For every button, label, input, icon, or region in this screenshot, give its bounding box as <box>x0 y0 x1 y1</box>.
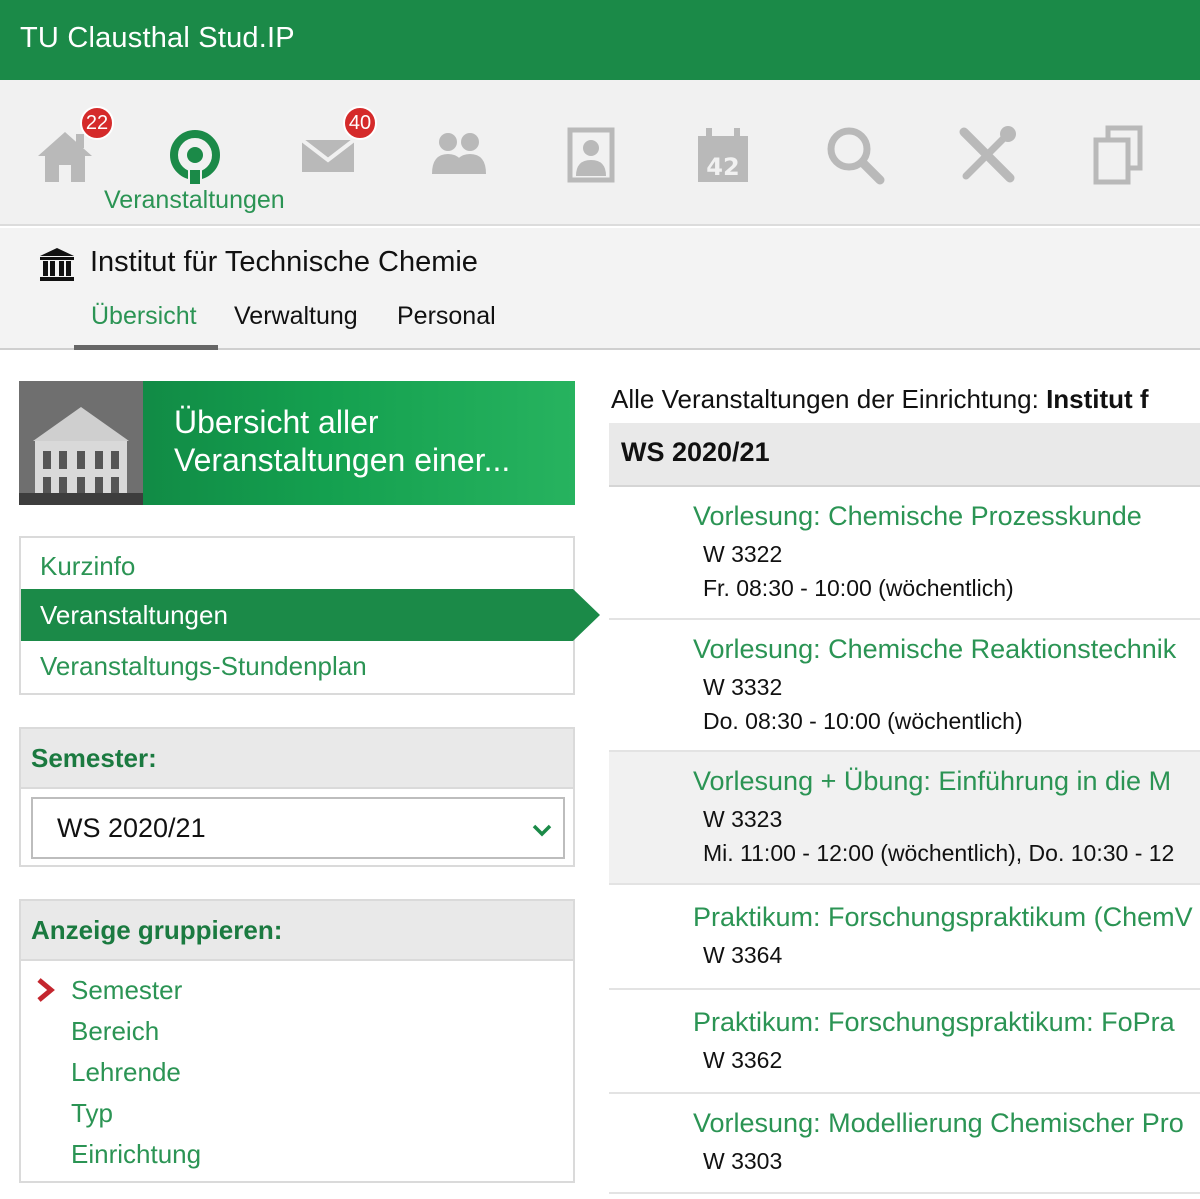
search-icon <box>827 127 885 185</box>
group-option-einrichtung[interactable]: Einrichtung <box>71 1137 201 1171</box>
tab-verwaltung[interactable]: Verwaltung <box>216 302 376 350</box>
course-room: W 3362 <box>703 1047 783 1073</box>
course-title-link[interactable]: Praktikum: Forschungspraktikum: FoPra <box>693 1007 1175 1038</box>
nav-community[interactable] <box>424 120 494 190</box>
semester-widget: Semester: WS 2020/21 <box>19 727 575 867</box>
nav-calendar[interactable]: 42 <box>688 120 758 190</box>
course-title-link[interactable]: Vorlesung: Modellierung Chemischer Pro <box>693 1108 1184 1139</box>
chevron-down-icon <box>532 824 552 837</box>
course-list-heading: Alle Veranstaltungen der Einrichtung: In… <box>611 384 1149 415</box>
course-title-link[interactable]: Vorlesung + Übung: Einführung in die M <box>693 766 1171 797</box>
app-title[interactable]: TU Clausthal Stud.IP <box>20 22 295 55</box>
course-list-heading-institute: Institut f <box>1046 384 1149 414</box>
group-option-bereich[interactable]: Bereich <box>71 1014 159 1048</box>
sidebar-item-kurzinfo[interactable]: Kurzinfo <box>21 540 573 592</box>
banner-line-1: Übersicht aller <box>174 404 379 440</box>
group-widget-title: Anzeige gruppieren: <box>21 901 573 961</box>
semester-widget-title: Semester: <box>21 729 573 789</box>
calendar-day-number: 42 <box>706 153 739 181</box>
tools-icon <box>959 126 1016 183</box>
messages-badge: 40 <box>343 106 377 140</box>
courses-icon <box>170 130 220 184</box>
tab-personal[interactable]: Personal <box>379 302 514 350</box>
files-icon <box>1093 125 1143 185</box>
course-row: Vorlesung: Modellierung Chemischer Pro W… <box>609 1094 1200 1194</box>
group-widget: Anzeige gruppieren: Semester Bereich Leh… <box>19 899 575 1183</box>
course-time: Do. 08:30 - 10:00 (wöchentlich) <box>703 708 1023 734</box>
course-list-heading-prefix: Alle Veranstaltungen der Einrichtung: <box>611 384 1047 414</box>
course-row: Praktikum: Forschungspraktikum: FoPra W … <box>609 990 1200 1094</box>
course-row: Vorlesung: Chemische Reaktionstechnik W … <box>609 620 1200 752</box>
page-banner: Übersicht aller Veranstaltungen einer... <box>19 381 575 505</box>
tab-uebersicht[interactable]: Übersicht <box>74 302 218 350</box>
nav-profile[interactable] <box>556 120 626 190</box>
institute-header: Institut für Technische Chemie Übersicht… <box>0 228 1200 350</box>
course-row: Vorlesung + Übung: Einführung in die M W… <box>609 752 1200 885</box>
course-title-link[interactable]: Praktikum: Forschungspraktikum (ChemV <box>693 902 1193 933</box>
group-option-label: Semester <box>71 975 183 1005</box>
course-time: Mi. 11:00 - 12:00 (wöchentlich), Do. 10:… <box>703 840 1175 866</box>
semester-group-header: WS 2020/21 <box>609 423 1200 487</box>
chevron-right-icon <box>37 978 55 1002</box>
nav-courses[interactable] <box>160 120 230 190</box>
course-title-link[interactable]: Vorlesung: Chemische Reaktionstechnik <box>693 634 1176 665</box>
home-badge: 22 <box>80 106 114 140</box>
profile-icon <box>567 127 615 183</box>
course-room: W 3303 <box>703 1148 783 1174</box>
institute-title: Institut für Technische Chemie <box>90 246 478 278</box>
sidebar-nav: Kurzinfo Veranstaltungen Veranstaltungs-… <box>19 536 600 695</box>
nav-search[interactable] <box>820 120 890 190</box>
calendar-icon: 42 <box>698 128 748 182</box>
course-room: W 3364 <box>703 942 783 968</box>
main-icon-nav: 22 Veranstaltungen 40 42 <box>0 80 1200 226</box>
course-room: W 3323 <box>703 806 783 832</box>
course-row: Vorlesung: Chemische Prozesskunde W 3322… <box>609 487 1200 620</box>
course-room: W 3332 <box>703 674 783 700</box>
building-photo <box>19 381 143 505</box>
nav-courses-label[interactable]: Veranstaltungen <box>104 186 285 215</box>
course-row: Praktikum: Forschungspraktikum (ChemV W … <box>609 885 1200 990</box>
nav-tools[interactable] <box>952 120 1022 190</box>
banner-text: Übersicht aller Veranstaltungen einer... <box>174 403 510 479</box>
nav-home[interactable]: 22 <box>30 106 114 190</box>
group-option-semester[interactable]: Semester <box>37 973 183 1007</box>
banner-line-2: Veranstaltungen einer... <box>174 442 511 478</box>
nav-messages[interactable]: 40 <box>293 106 377 190</box>
semester-select-value: WS 2020/21 <box>57 813 206 843</box>
nav-files[interactable] <box>1084 120 1154 190</box>
course-room: W 3322 <box>703 541 783 567</box>
group-option-typ[interactable]: Typ <box>71 1096 113 1130</box>
group-option-lehrende[interactable]: Lehrende <box>71 1055 181 1089</box>
institute-icon <box>40 248 74 281</box>
semester-select[interactable]: WS 2020/21 <box>31 797 565 859</box>
sidebar-item-stundenplan[interactable]: Veranstaltungs-Stundenplan <box>21 640 573 692</box>
course-time: Fr. 08:30 - 10:00 (wöchentlich) <box>703 575 1014 601</box>
community-icon <box>432 133 486 174</box>
sidebar-item-veranstaltungen[interactable]: Veranstaltungen <box>21 589 600 641</box>
top-bar: TU Clausthal Stud.IP <box>0 0 1200 80</box>
semester-group-label: WS 2020/21 <box>621 437 770 467</box>
course-title-link[interactable]: Vorlesung: Chemische Prozesskunde <box>693 501 1142 532</box>
